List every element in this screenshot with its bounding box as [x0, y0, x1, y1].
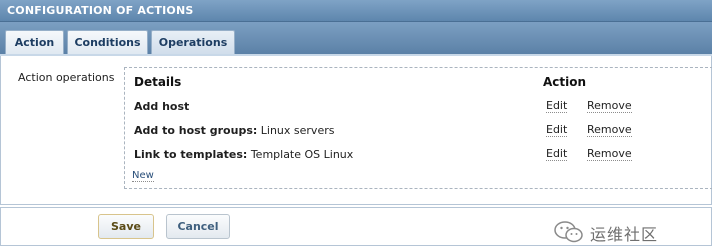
- table-row: Link to templates: Template OS Linux Edi…: [125, 145, 712, 165]
- tab-action[interactable]: Action: [5, 30, 64, 55]
- remove-link[interactable]: Remove: [587, 124, 632, 137]
- table-row: Add host Edit Remove: [125, 97, 712, 117]
- operation-details: Add to host groups: Linux servers: [134, 124, 334, 137]
- operations-table: Details Action Add host Edit Remove Add …: [124, 67, 712, 189]
- action-operations-label: Action operations: [18, 71, 115, 84]
- cancel-button[interactable]: Cancel: [166, 214, 230, 239]
- wechat-icon: [554, 220, 584, 246]
- watermark-text: 运维社区: [590, 225, 659, 244]
- edit-link[interactable]: Edit: [546, 100, 568, 113]
- operation-target: Template OS Linux: [247, 148, 354, 161]
- remove-link[interactable]: Remove: [587, 148, 632, 161]
- remove-link[interactable]: Remove: [587, 100, 632, 113]
- operation-details: Add host: [134, 100, 189, 113]
- page-title: CONFIGURATION OF ACTIONS: [7, 4, 194, 17]
- page-header: CONFIGURATION OF ACTIONS: [0, 0, 712, 22]
- tab-conditions[interactable]: Conditions: [67, 30, 148, 55]
- edit-link[interactable]: Edit: [546, 148, 568, 161]
- new-operation-link[interactable]: New: [132, 170, 154, 182]
- edit-link[interactable]: Edit: [546, 124, 568, 137]
- operation-type: Add host: [134, 100, 190, 113]
- operation-target: Linux servers: [257, 124, 335, 137]
- tab-operations[interactable]: Operations: [151, 30, 235, 56]
- table-row: Add to host groups: Linux servers Edit R…: [125, 121, 712, 141]
- watermark: 运维社区: [554, 220, 659, 246]
- save-button[interactable]: Save: [98, 214, 154, 239]
- column-header-action: Action: [543, 75, 587, 89]
- tab-bar: Action Conditions Operations: [0, 22, 712, 56]
- column-header-details: Details: [134, 75, 182, 89]
- operation-type: Link to templates:: [134, 148, 248, 161]
- operation-type: Add to host groups:: [134, 124, 258, 137]
- operations-panel: Action operations Details Action Add hos…: [0, 56, 712, 205]
- operation-details: Link to templates: Template OS Linux: [134, 148, 353, 161]
